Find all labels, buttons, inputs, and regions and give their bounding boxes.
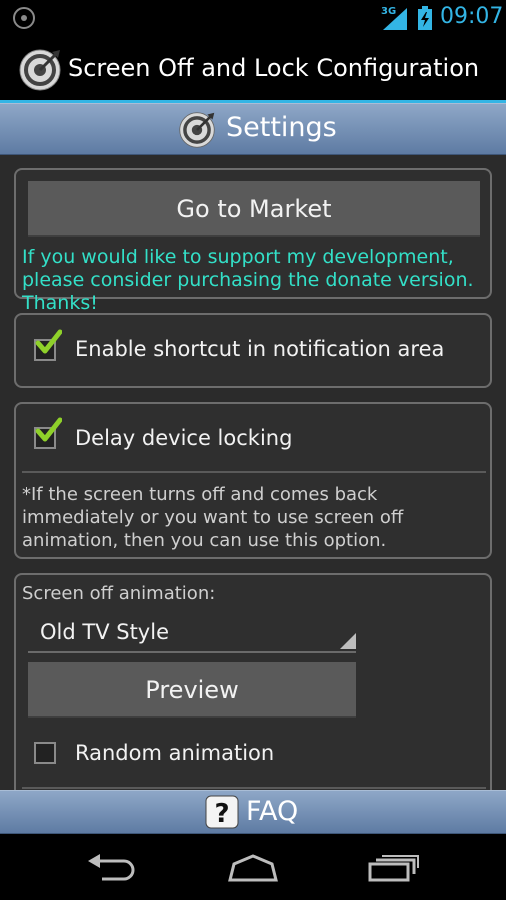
animation-select-value: Old TV Style xyxy=(40,620,169,644)
settings-header: Settings xyxy=(0,103,506,155)
random-animation-label[interactable]: Random animation xyxy=(75,741,274,765)
preview-button[interactable]: Preview xyxy=(28,662,356,718)
animation-card: Screen off animation: Old TV Style Previ… xyxy=(14,573,492,803)
question-icon: ? xyxy=(205,795,239,829)
delay-divider xyxy=(22,471,486,473)
delay-note: *If the screen turns off and comes back … xyxy=(22,484,404,551)
checkmark-icon xyxy=(35,329,62,354)
delay-label[interactable]: Delay device locking xyxy=(75,426,292,450)
faq-label: FAQ xyxy=(246,796,299,827)
shortcut-label: Enable shortcut in notification area xyxy=(75,337,445,361)
settings-title: Settings xyxy=(226,112,337,143)
notification-target-icon xyxy=(13,7,35,29)
target-app-icon xyxy=(179,112,215,148)
random-animation-checkbox[interactable] xyxy=(34,742,56,764)
market-card: Go to Market If you would like to suppor… xyxy=(14,168,492,314)
faq-bar[interactable]: ? FAQ xyxy=(0,790,506,834)
delay-card: Delay device locking *If the screen turn… xyxy=(14,402,492,559)
support-text: If you would like to support my developm… xyxy=(22,246,474,314)
target-app-icon[interactable] xyxy=(18,48,62,92)
dropdown-arrow-icon xyxy=(340,633,356,649)
animation-select[interactable]: Old TV Style xyxy=(28,611,356,653)
app-title: Screen Off and Lock Configuration xyxy=(68,54,480,82)
animation-divider xyxy=(22,787,486,789)
status-bar: 3G 09:07 xyxy=(0,0,506,36)
go-to-market-button[interactable]: Go to Market xyxy=(28,181,480,237)
back-icon[interactable] xyxy=(86,854,138,882)
delay-checkbox[interactable] xyxy=(34,417,62,449)
animation-section-label: Screen off animation: xyxy=(22,583,216,604)
checkmark-icon xyxy=(35,417,62,442)
battery-charging-icon xyxy=(418,6,432,30)
recent-apps-icon[interactable] xyxy=(368,854,420,882)
shortcut-card[interactable]: Enable shortcut in notification area xyxy=(14,313,492,388)
navigation-bar xyxy=(0,834,506,900)
signal-icon xyxy=(383,8,407,30)
clock: 09:07 xyxy=(440,4,504,29)
svg-text:?: ? xyxy=(214,799,229,829)
shortcut-checkbox[interactable] xyxy=(34,329,62,361)
home-icon[interactable] xyxy=(226,854,280,882)
